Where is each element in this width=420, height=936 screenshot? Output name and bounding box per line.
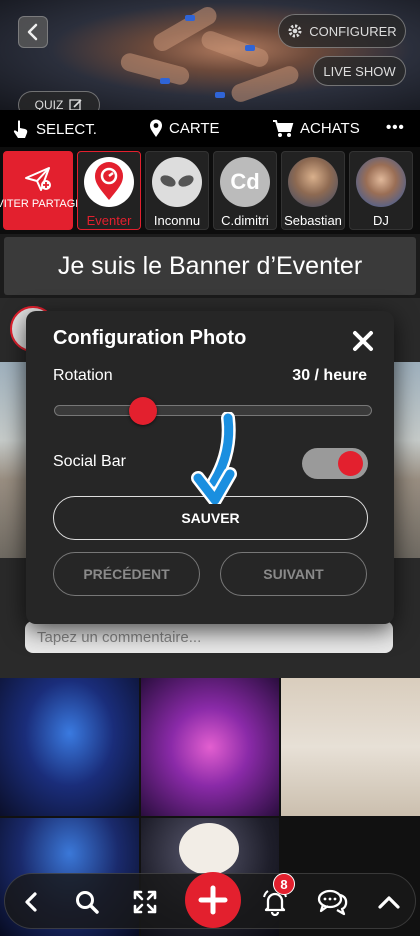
social-bar-toggle[interactable] xyxy=(302,448,368,479)
more-icon: ••• xyxy=(386,119,405,136)
expand-icon xyxy=(133,890,157,914)
more-menu-button[interactable]: ••• xyxy=(386,119,405,136)
purchases-label: ACHATS xyxy=(300,120,360,137)
avatar-initials: Cd xyxy=(230,169,260,194)
rotation-label: Rotation xyxy=(53,367,113,384)
back-arrow-button[interactable] xyxy=(13,884,49,920)
story-eventer[interactable]: Eventer xyxy=(77,151,141,230)
comment-input[interactable]: Tapez un commentaire... xyxy=(25,621,393,653)
rotation-slider-thumb[interactable] xyxy=(129,397,158,425)
plus-icon xyxy=(198,885,228,915)
fullscreen-button[interactable] xyxy=(127,884,163,920)
select-button[interactable]: SELECT. xyxy=(12,119,97,139)
select-label: SELECT. xyxy=(36,120,97,138)
alien-face-icon xyxy=(160,175,194,187)
toggle-knob xyxy=(338,451,363,476)
eventer-logo-icon xyxy=(95,162,123,200)
balloon xyxy=(179,823,239,875)
story-sebastian[interactable]: Sebastian xyxy=(281,151,345,230)
header-photo-detail xyxy=(199,28,271,70)
live-show-button[interactable]: LIVE SHOW xyxy=(313,56,406,86)
chevron-left-icon xyxy=(27,23,38,41)
add-button[interactable] xyxy=(185,872,241,928)
story-label: Sebastian xyxy=(284,213,342,228)
chat-bubbles-icon xyxy=(317,889,348,916)
configure-button[interactable]: CONFIGURER xyxy=(278,14,406,48)
avatar xyxy=(356,157,406,207)
social-bar-label: Social Bar xyxy=(53,453,126,470)
rotation-value: 30 / heure xyxy=(292,367,367,384)
scroll-up-button[interactable] xyxy=(371,884,407,920)
story-label: Inconnu xyxy=(153,213,201,228)
bottom-toolbar xyxy=(4,872,416,929)
header-photo-detail xyxy=(215,92,225,98)
map-label: CARTE xyxy=(169,120,220,137)
header-photo-detail xyxy=(245,45,255,51)
hand-pointer-icon xyxy=(13,120,28,138)
gallery-photo[interactable] xyxy=(281,678,420,816)
header-photo-detail xyxy=(185,15,195,21)
header-photo-detail xyxy=(229,63,301,105)
search-button[interactable] xyxy=(69,884,105,920)
map-button[interactable]: CARTE xyxy=(149,119,220,138)
story-label: Eventer xyxy=(86,213,132,228)
story-dj[interactable]: DJ xyxy=(349,151,413,230)
next-button[interactable]: SUIVANT xyxy=(220,552,367,596)
previous-button[interactable]: PRÉCÉDENT xyxy=(53,552,200,596)
paper-plane-icon xyxy=(25,167,51,191)
gallery-photo[interactable] xyxy=(141,678,279,816)
configure-label: CONFIGURER xyxy=(309,23,397,39)
map-pin-icon xyxy=(150,119,162,137)
back-button[interactable] xyxy=(18,16,48,48)
story-cdimitri[interactable]: Cd C.dimitri xyxy=(213,151,277,230)
close-icon xyxy=(353,331,373,351)
banner-text[interactable]: Je suis le Banner d’Eventer xyxy=(4,237,416,295)
story-label: DJ xyxy=(373,213,389,228)
search-icon xyxy=(76,891,99,914)
story-label: C.dimitri xyxy=(221,213,269,228)
story-inconnu[interactable]: Inconnu xyxy=(145,151,209,230)
live-show-label: LIVE SHOW xyxy=(323,63,396,79)
close-button[interactable] xyxy=(350,328,376,354)
gallery-photo[interactable] xyxy=(0,678,139,816)
chevron-up-icon xyxy=(378,896,400,909)
avatar xyxy=(152,157,202,207)
avatar xyxy=(288,157,338,207)
purchases-button[interactable]: ACHATS xyxy=(272,119,360,138)
notification-badge: 8 xyxy=(273,873,295,895)
event-banner: Je suis le Banner d’Eventer xyxy=(0,234,420,298)
chevron-left-icon xyxy=(25,892,37,912)
shopping-cart-icon xyxy=(273,120,294,137)
header-photo-detail xyxy=(160,78,170,84)
tutorial-arrow-icon xyxy=(191,412,237,504)
chat-button[interactable] xyxy=(315,884,351,920)
participants-strip: INVITER PARTAGER Eventer Inconnu Cd C.di… xyxy=(0,147,420,234)
avatar: Cd xyxy=(220,157,270,207)
invite-share-button[interactable]: INVITER PARTAGER xyxy=(0,151,91,230)
avatar xyxy=(84,157,134,207)
action-bar: SELECT. CARTE ACHATS ••• xyxy=(0,110,420,147)
header-photo-detail xyxy=(118,51,192,87)
gear-icon xyxy=(288,24,302,38)
dialog-title: Configuration Photo xyxy=(53,327,247,349)
